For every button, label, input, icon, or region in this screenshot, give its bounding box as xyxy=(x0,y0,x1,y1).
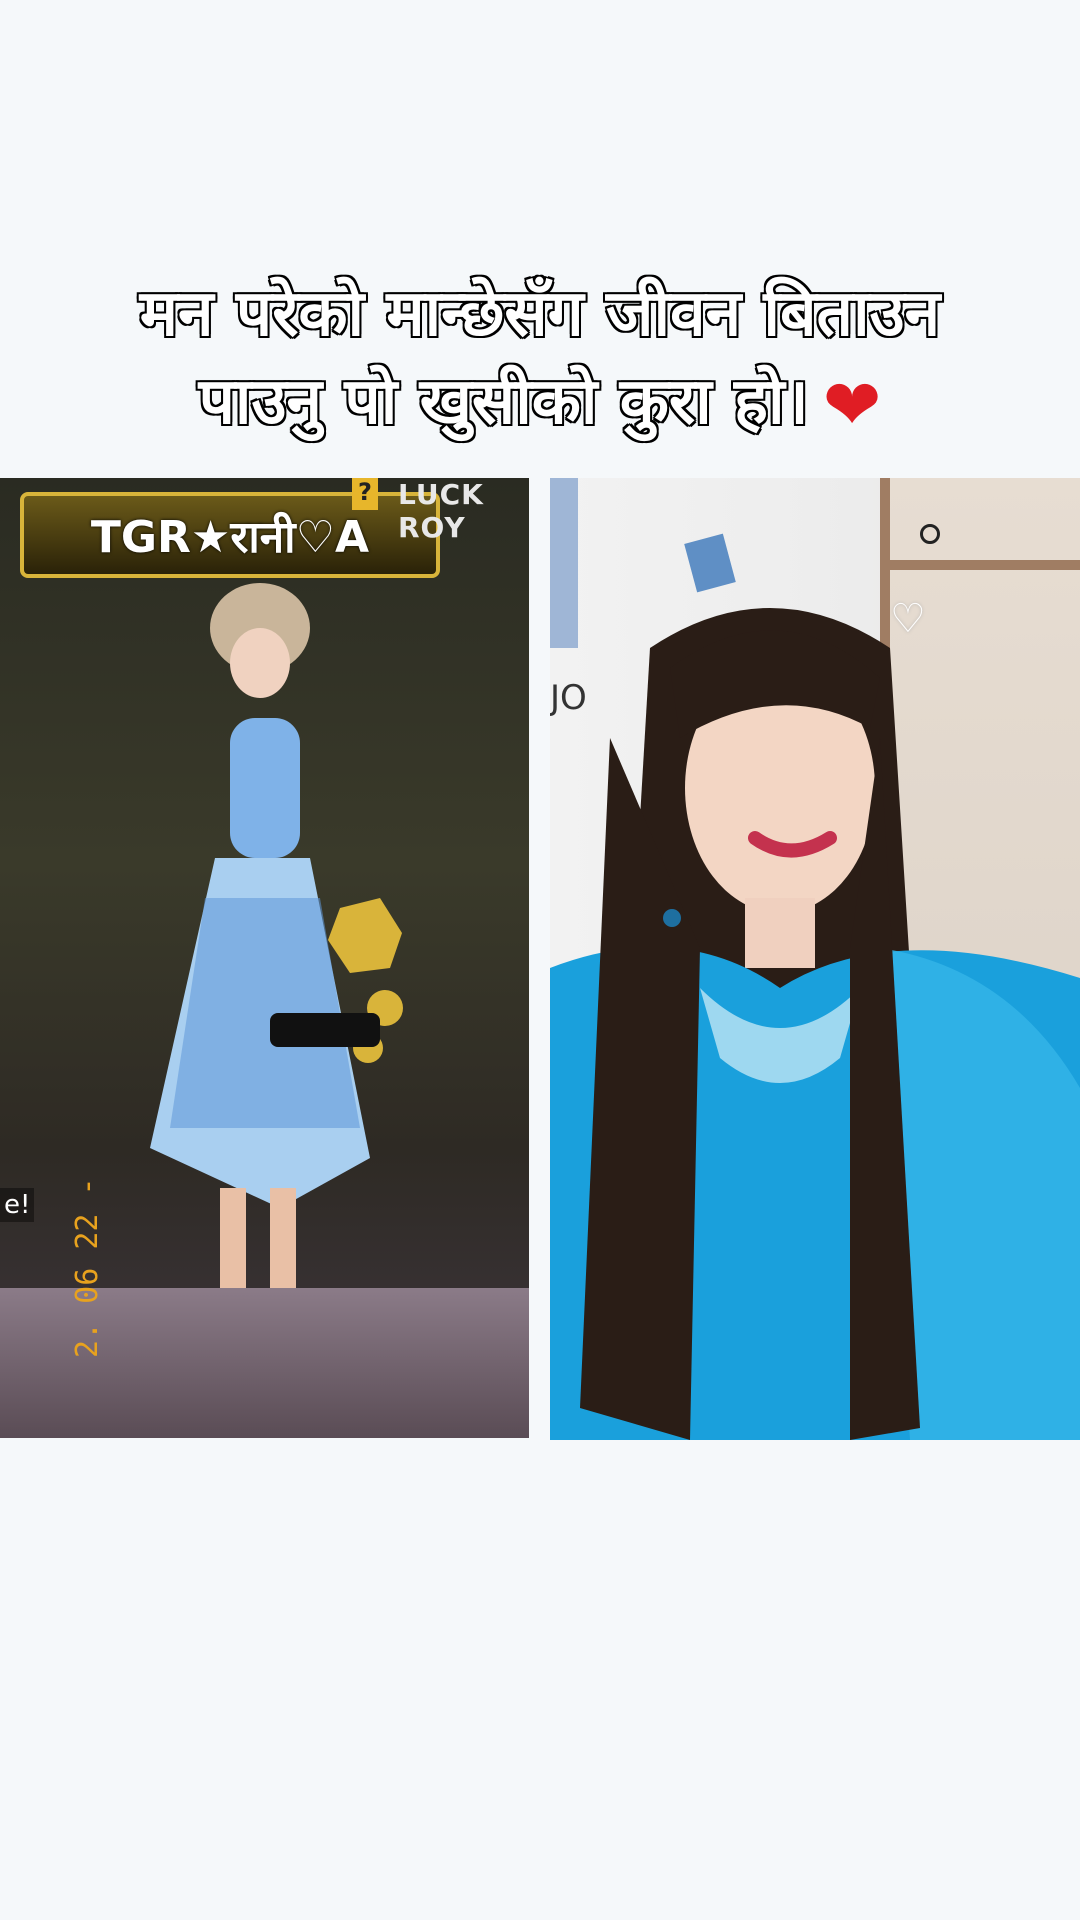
woman-portrait xyxy=(550,608,1080,1440)
game-character xyxy=(150,583,403,1348)
date-stamp: 2. 06 22 - xyxy=(70,1177,105,1358)
player-name: TGR★रानी♡A xyxy=(90,512,370,563)
question-badge: ? xyxy=(352,478,378,510)
caption-line-2-text: पाउनु पो खुसीको कुरा हो। xyxy=(197,364,810,441)
closet-rail xyxy=(890,560,1080,570)
caption-line-1: मन परेको मान्छेसँग जीवन बिताउन xyxy=(138,276,941,353)
caption-line-2: पाउनु पो खुसीको कुरा हो। ❤ xyxy=(0,358,1080,449)
closet-knob xyxy=(920,524,940,544)
selfie-photo-panel: JO ♡ xyxy=(550,478,1080,1440)
caption: मन परेको मान्छेसँग जीवन बिताउन पाउनु पो … xyxy=(0,270,1080,449)
wall-photo xyxy=(684,533,736,593)
luck-royale-label: LUCK ROY xyxy=(398,478,484,544)
side-tag: e! xyxy=(0,1188,35,1222)
game-character-panel: TGR★रानी♡A ? LUCK ROY e! 2. 06 22 - xyxy=(0,478,529,1438)
heart-icon: ❤ xyxy=(822,364,882,447)
